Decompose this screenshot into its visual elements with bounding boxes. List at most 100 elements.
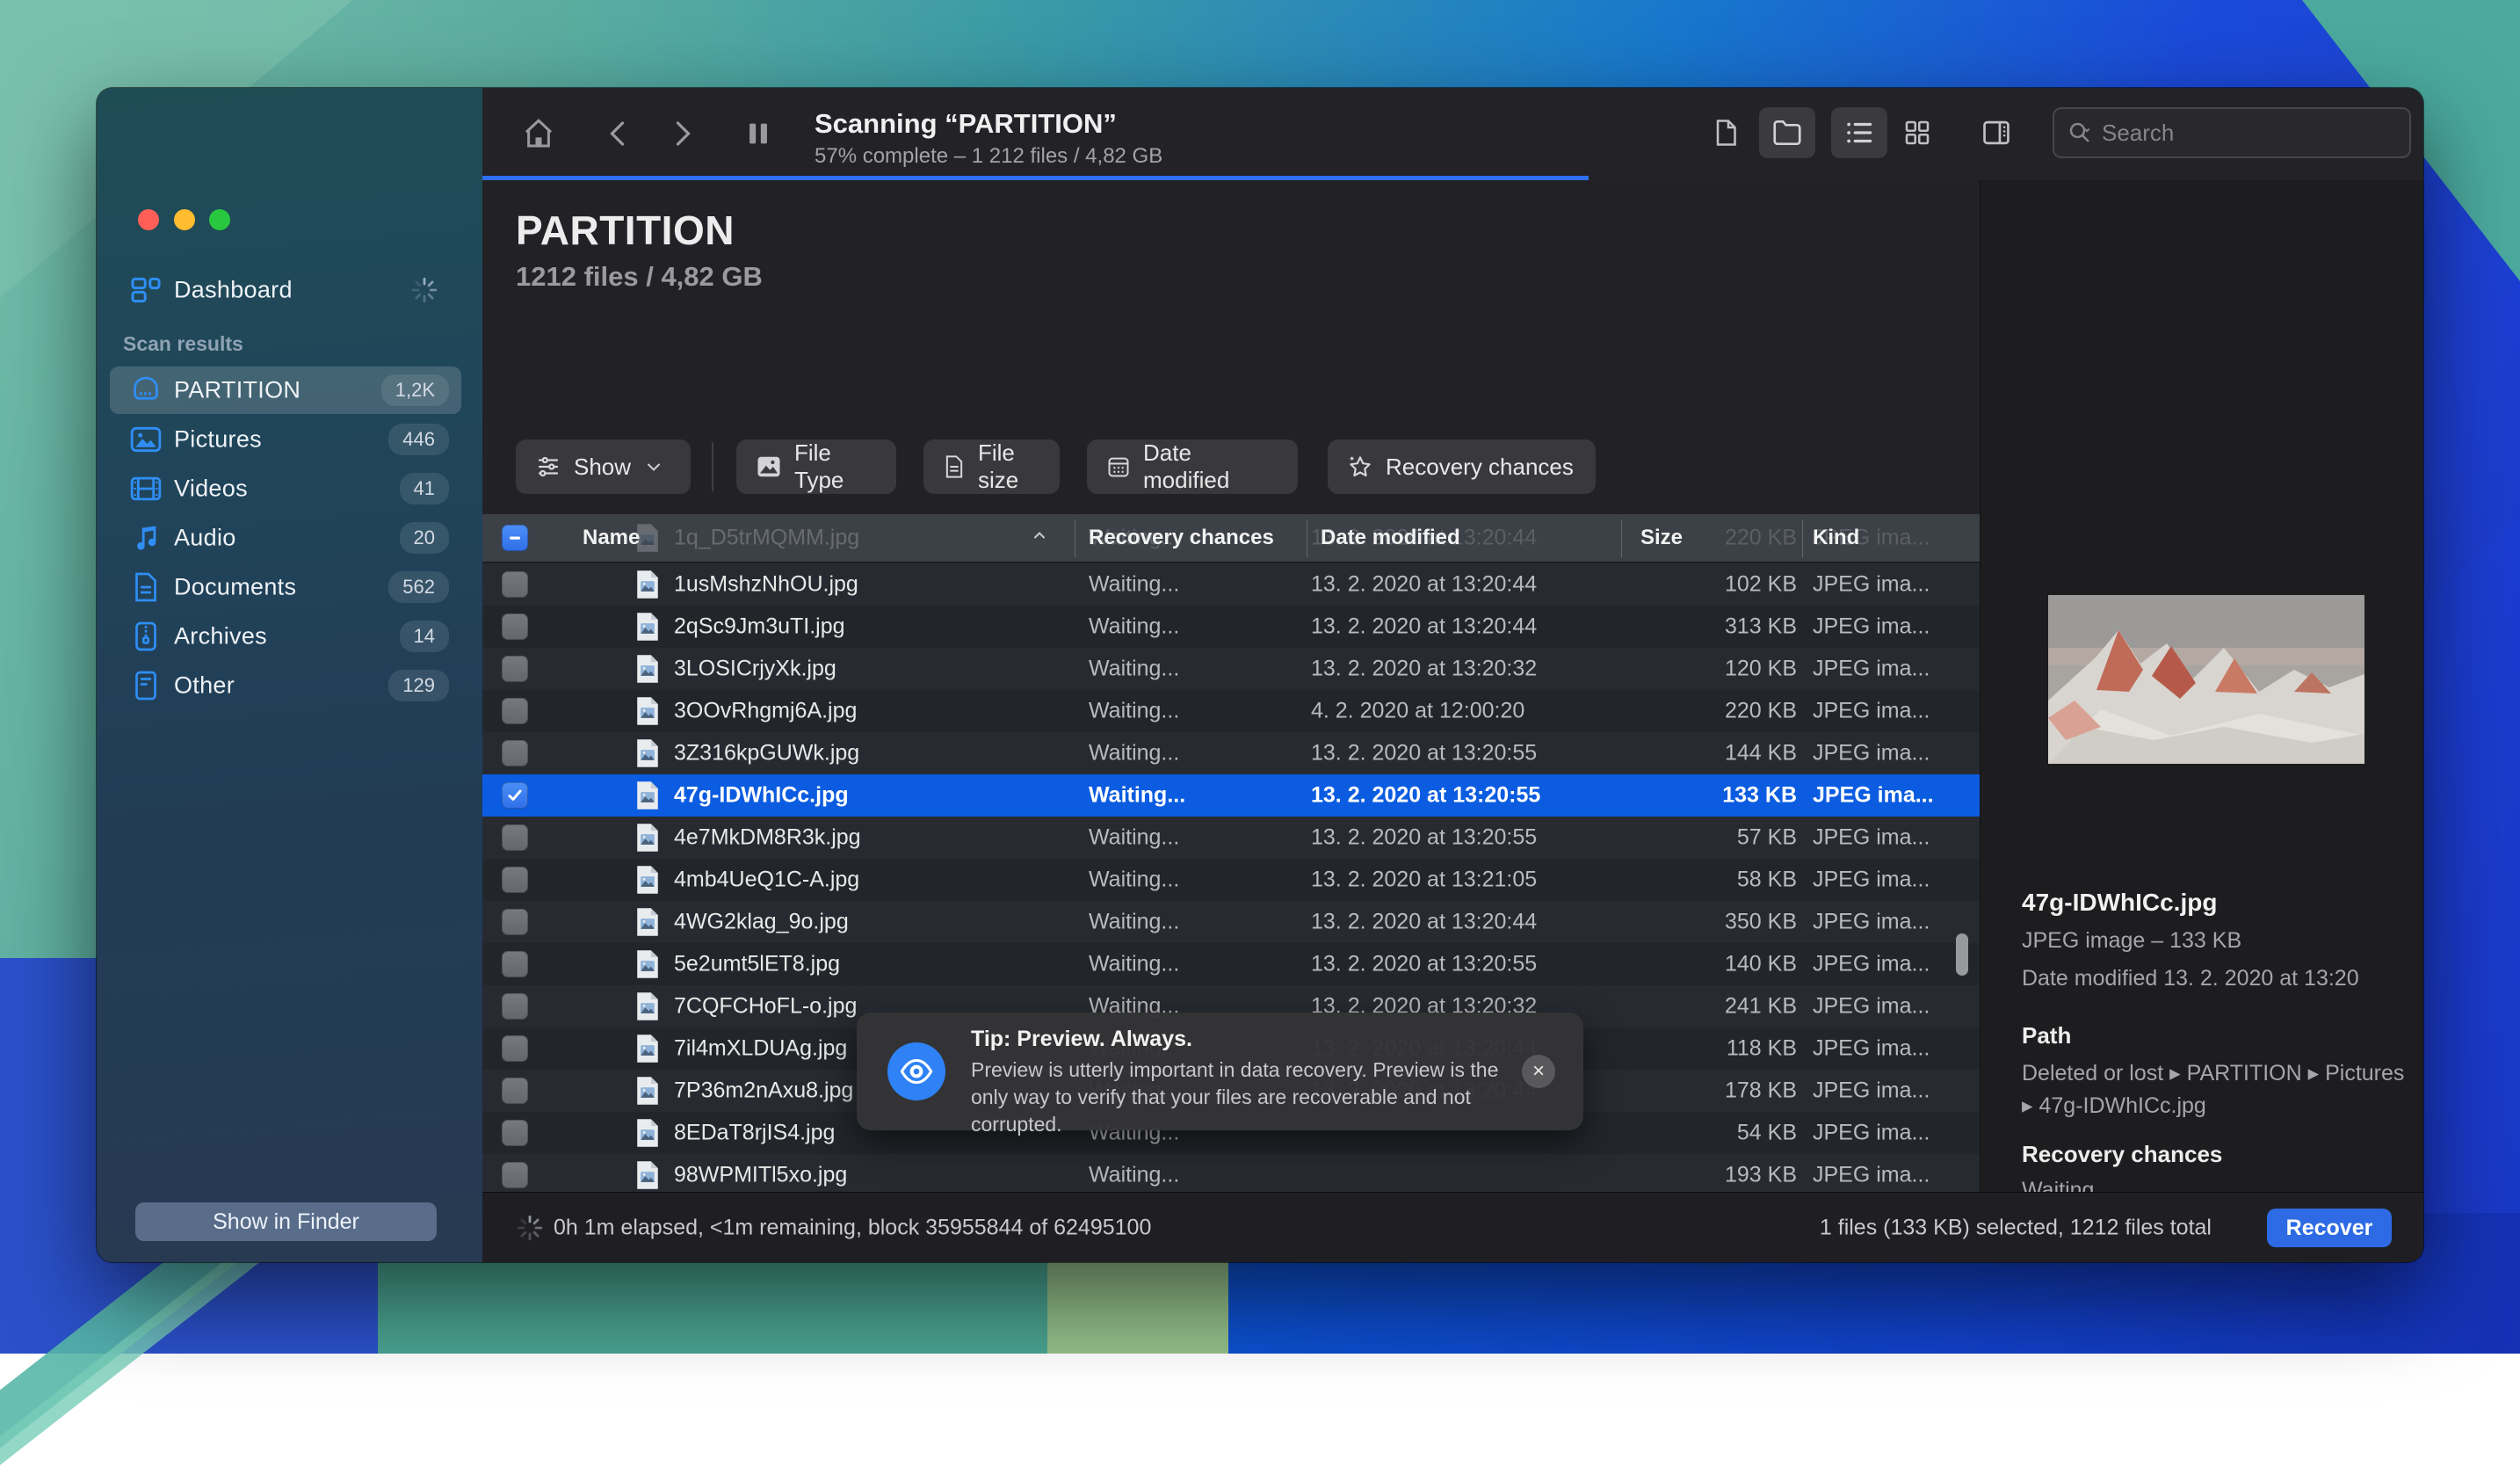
sliders-icon <box>535 454 561 480</box>
show-in-finder-button[interactable]: Show in Finder <box>135 1202 437 1241</box>
table-row[interactable]: 3LOSICrjyXk.jpgWaiting...13. 2. 2020 at … <box>482 648 1980 690</box>
row-checkbox[interactable] <box>502 1078 528 1104</box>
app-window: Dashboard Scan results PARTITION1,2KPict… <box>97 88 2423 1262</box>
row-checkbox[interactable] <box>502 951 528 977</box>
folder-view-icon[interactable] <box>1759 107 1815 158</box>
recover-button[interactable]: Recover <box>2267 1209 2392 1247</box>
row-checkbox[interactable] <box>502 824 528 851</box>
detail-meta: JPEG image – 133 KB <box>2022 928 2241 954</box>
other-icon <box>128 668 163 703</box>
sidebar-item-partition[interactable]: PARTITION1,2K <box>110 367 461 414</box>
name-cell: 7il4mXLDUAg.jpg <box>674 1036 847 1062</box>
item-count-badge: 14 <box>400 621 449 652</box>
table-header[interactable]: 1q_D5trMQMM.jpg Waiting... 13. 2. 2020 a… <box>482 514 1980 563</box>
filter-recovery-chances[interactable]: Recovery chances <box>1328 439 1596 494</box>
size-cell: 220 KB <box>1669 699 1797 724</box>
size-cell: 241 KB <box>1669 994 1797 1020</box>
name-cell: 7CQFCHoFL-o.jpg <box>674 994 857 1020</box>
sidebar-item-label: Pictures <box>174 426 262 454</box>
list-view-icon[interactable] <box>1831 107 1887 158</box>
row-checkbox[interactable] <box>502 867 528 893</box>
kind-cell: JPEG ima... <box>1813 1036 1930 1062</box>
table-row[interactable]: 47g-IDWhICc.jpgWaiting...13. 2. 2020 at … <box>482 774 1980 817</box>
row-checkbox[interactable] <box>502 656 528 682</box>
row-checkbox[interactable] <box>502 782 528 809</box>
table-row[interactable]: 3OOvRhgmj6A.jpgWaiting...4. 2. 2020 at 1… <box>482 690 1980 732</box>
file-icon <box>634 865 661 895</box>
name-cell: 4e7MkDM8R3k.jpg <box>674 825 861 851</box>
column-header-date[interactable]: Date modified <box>1321 526 1460 550</box>
row-checkbox[interactable] <box>502 993 528 1020</box>
row-checkbox[interactable] <box>502 571 528 598</box>
grid-view-icon[interactable] <box>1889 107 1945 158</box>
item-count-badge: 1,2K <box>381 374 449 406</box>
filter-date-modified[interactable]: Date modified <box>1087 439 1298 494</box>
sidebar-item-other[interactable]: Other 129 <box>110 662 461 709</box>
table-row[interactable]: 5e2umt5lET8.jpgWaiting...13. 2. 2020 at … <box>482 943 1980 985</box>
table-row[interactable]: 4mb4UeQ1C-A.jpgWaiting...13. 2. 2020 at … <box>482 859 1980 901</box>
row-checkbox[interactable] <box>502 1120 528 1146</box>
recovery-cell: Waiting... <box>1089 952 1179 977</box>
kind-cell: JPEG ima... <box>1813 825 1930 851</box>
scrollbar-thumb[interactable] <box>1956 933 1968 976</box>
filter-file-size[interactable]: File size <box>923 439 1060 494</box>
detail-panel: 47g-IDWhICc.jpg JPEG image – 133 KB Date… <box>1980 180 2423 1192</box>
table-row[interactable]: 2qSc9Jm3uTI.jpgWaiting...13. 2. 2020 at … <box>482 606 1980 648</box>
chip-label: File size <box>978 439 1040 494</box>
pause-icon[interactable] <box>737 113 779 155</box>
table-row[interactable]: 98WPMITl5xo.jpgWaiting...193 KBJPEG ima.… <box>482 1154 1980 1192</box>
row-checkbox[interactable] <box>502 614 528 640</box>
chevron-down-icon <box>643 456 664 477</box>
row-checkbox[interactable] <box>502 1162 528 1188</box>
ghost-size: 220 KB <box>1669 526 1797 551</box>
show-dropdown[interactable]: Show <box>516 439 691 494</box>
home-icon[interactable] <box>518 113 560 155</box>
column-header-size[interactable]: Size <box>1640 526 1683 550</box>
item-count-badge: 446 <box>388 424 449 455</box>
item-count-badge: 20 <box>400 522 449 554</box>
name-cell: 98WPMITl5xo.jpg <box>674 1163 847 1188</box>
table-row[interactable]: 3Z316kpGUWk.jpgWaiting...13. 2. 2020 at … <box>482 732 1980 774</box>
date-cell: 4. 2. 2020 at 12:00:20 <box>1311 699 1524 724</box>
size-cell: 193 KB <box>1669 1163 1797 1188</box>
table-row[interactable]: 4WG2klag_9o.jpgWaiting...13. 2. 2020 at … <box>482 901 1980 943</box>
close-icon[interactable]: × <box>1522 1055 1555 1088</box>
file-icon <box>634 654 661 684</box>
table-row[interactable]: 1usMshzNhOU.jpgWaiting...13. 2. 2020 at … <box>482 563 1980 606</box>
sidebar-item-dashboard[interactable]: Dashboard <box>110 266 461 314</box>
row-checkbox[interactable] <box>502 1035 528 1062</box>
size-cell: 120 KB <box>1669 657 1797 682</box>
recovery-cell: Waiting... <box>1089 699 1179 724</box>
select-all-checkbox[interactable] <box>502 525 528 551</box>
row-checkbox[interactable] <box>502 698 528 724</box>
row-checkbox[interactable] <box>502 909 528 935</box>
file-view-icon[interactable] <box>1698 107 1754 158</box>
documents-icon <box>128 570 163 605</box>
sidebar-item-label: Other <box>174 672 235 700</box>
column-header-recovery[interactable]: Recovery chances <box>1089 526 1274 550</box>
back-icon[interactable] <box>597 113 640 155</box>
kind-cell: JPEG ima... <box>1813 699 1930 724</box>
zoom-traffic-light[interactable] <box>209 209 230 230</box>
name-cell: 8EDaT8rjIS4.jpg <box>674 1121 835 1146</box>
date-cell: 13. 2. 2020 at 13:20:32 <box>1311 657 1537 682</box>
sidebar-item-label: Videos <box>174 476 248 503</box>
close-traffic-light[interactable] <box>138 209 159 230</box>
sidebar-item-documents[interactable]: Documents562 <box>110 563 461 611</box>
table-row[interactable]: 4e7MkDM8R3k.jpgWaiting...13. 2. 2020 at … <box>482 817 1980 859</box>
forward-icon[interactable] <box>661 113 703 155</box>
minimize-traffic-light[interactable] <box>174 209 195 230</box>
sidebar-item-pictures[interactable]: Pictures 446 <box>110 416 461 463</box>
filter-file-type[interactable]: File Type <box>736 439 896 494</box>
sidebar-item-audio[interactable]: Audio20 <box>110 514 461 562</box>
column-header-kind[interactable]: Kind <box>1813 526 1859 550</box>
row-checkbox[interactable] <box>502 740 528 766</box>
sidebar-item-videos[interactable]: Videos41 <box>110 465 461 512</box>
item-count-badge: 129 <box>388 670 449 701</box>
star-icon <box>1347 454 1373 480</box>
search-input[interactable]: Search <box>2053 107 2411 158</box>
recovery-cell: Waiting... <box>1089 572 1179 598</box>
column-header-name[interactable]: Name <box>583 526 640 550</box>
panel-toggle-icon[interactable] <box>1968 107 2024 158</box>
sidebar-item-archives[interactable]: Archives14 <box>110 613 461 660</box>
